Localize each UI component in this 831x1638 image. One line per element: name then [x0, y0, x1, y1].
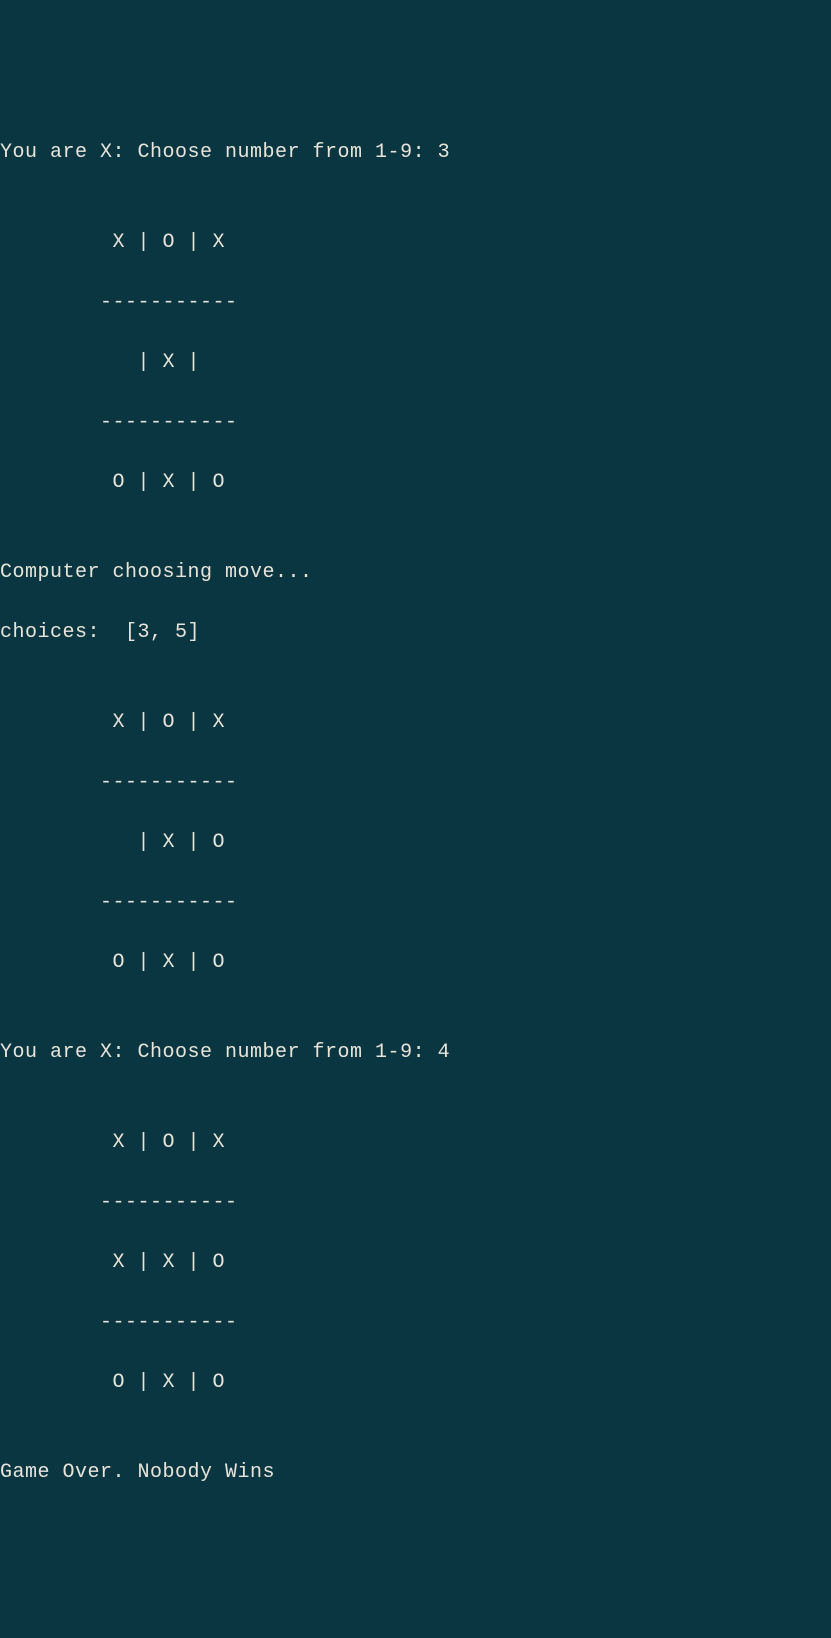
board2-row1: X | O | X — [0, 708, 831, 738]
board2-row2: | X | O — [0, 828, 831, 858]
board1-row1: X | O | X — [0, 228, 831, 258]
computer-choices: choices: [3, 5] — [0, 618, 831, 648]
board2-row3: O | X | O — [0, 948, 831, 978]
board1-sep1: ----------- — [0, 288, 831, 318]
board3-row2: X | X | O — [0, 1248, 831, 1278]
board1-sep2: ----------- — [0, 408, 831, 438]
board2-sep2: ----------- — [0, 888, 831, 918]
board3-row1: X | O | X — [0, 1128, 831, 1158]
board1-row2: | X | — [0, 348, 831, 378]
board2-sep1: ----------- — [0, 768, 831, 798]
board1-row3: O | X | O — [0, 468, 831, 498]
board3-sep1: ----------- — [0, 1188, 831, 1218]
board3-sep2: ----------- — [0, 1308, 831, 1338]
board3-row3: O | X | O — [0, 1368, 831, 1398]
player-prompt-2: You are X: Choose number from 1-9: 4 — [0, 1038, 831, 1068]
game-over-message: Game Over. Nobody Wins — [0, 1458, 831, 1488]
computer-thinking: Computer choosing move... — [0, 558, 831, 588]
player-prompt-1: You are X: Choose number from 1-9: 3 — [0, 138, 831, 168]
